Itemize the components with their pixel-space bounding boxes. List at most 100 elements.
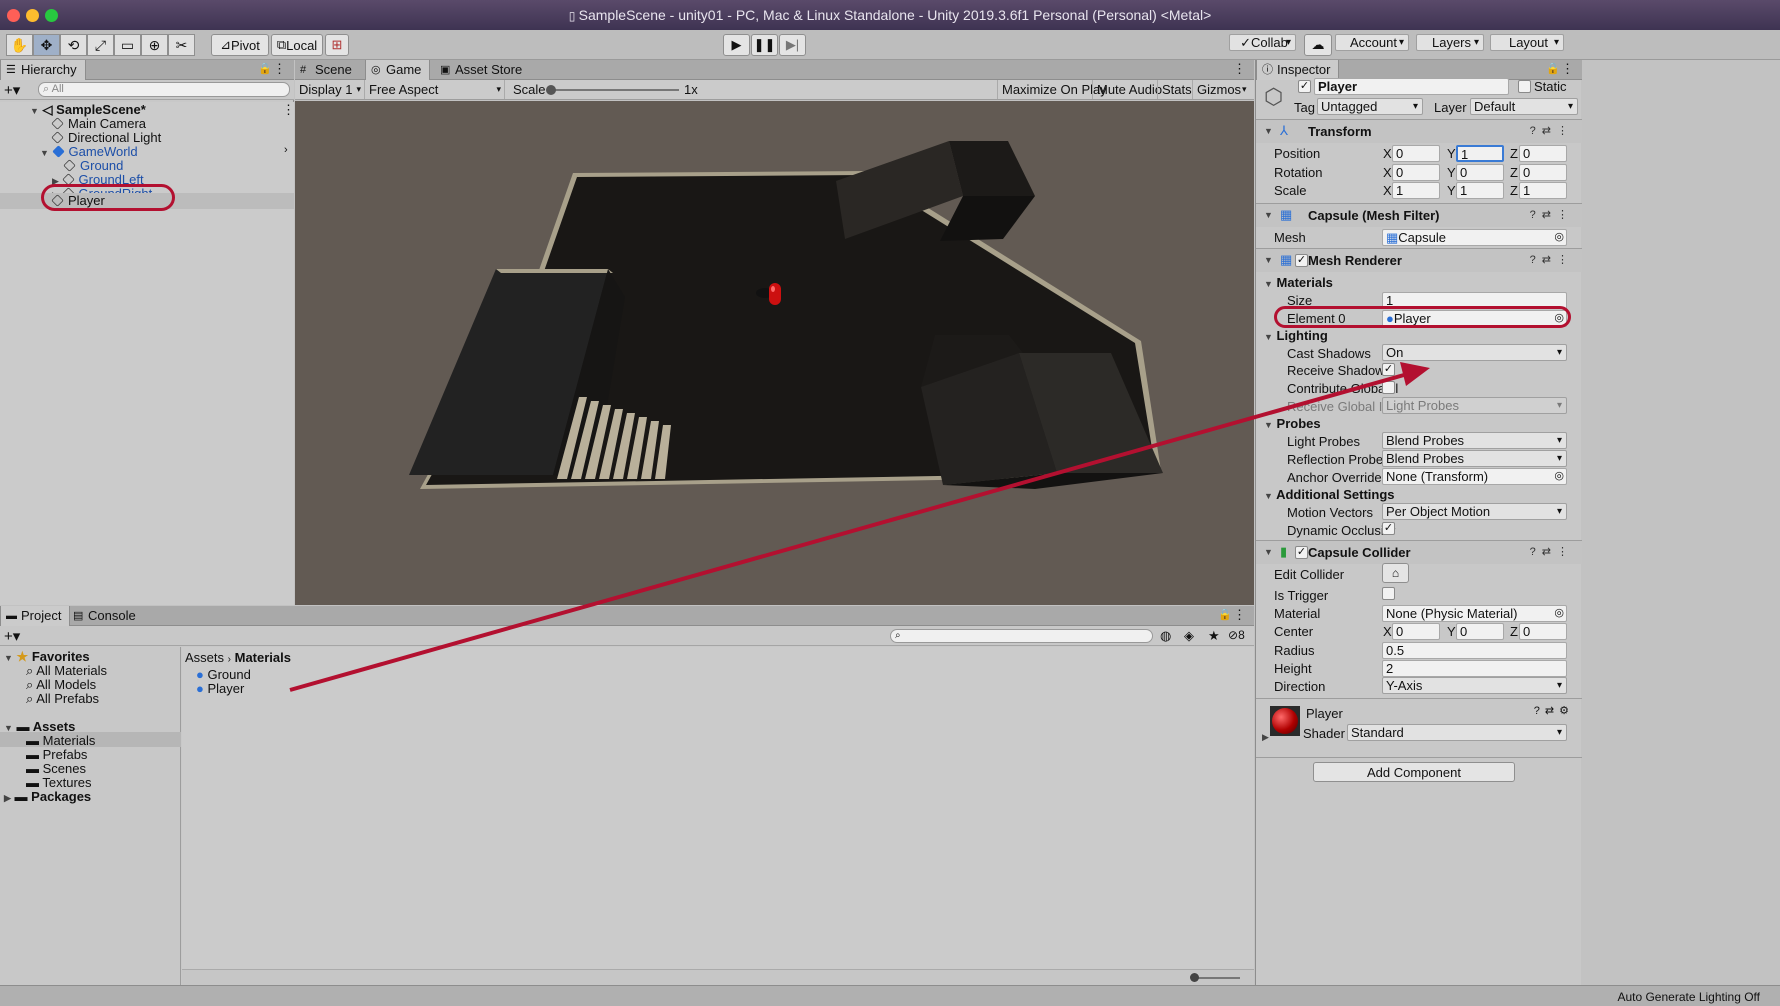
position-z-field[interactable]: 0 [1519,145,1567,162]
packages-row[interactable]: ▶ ▬ Packages [4,789,91,805]
hierarchy-search-input[interactable]: ⌕ All [38,82,290,97]
pivot-button[interactable]: ⊿ Pivot [211,34,269,56]
scale-y-field[interactable]: 1 [1456,182,1504,199]
object-picker-icon[interactable]: ◎ [1554,469,1564,484]
custom-tool-icon[interactable]: ✂ [168,34,195,56]
add-icon[interactable]: +▾ [4,81,20,99]
light-probes-dropdown[interactable]: Blend Probes [1382,432,1567,449]
collider-enabled-checkbox[interactable]: ✓ [1295,546,1308,559]
material-preview-thumbnail[interactable] [1270,706,1300,736]
close-window-button[interactable] [7,9,20,22]
scale-tool-icon[interactable]: ⤢ [87,34,114,56]
lock-icon[interactable]: 🔒 [258,62,272,75]
lock-icon[interactable]: 🔒 [1218,608,1232,621]
chevron-right-icon[interactable]: ▶ [1262,732,1269,743]
tab-console[interactable]: ▤ Console [68,606,144,626]
component-icons[interactable]: ?⇄⋮ [1530,545,1574,558]
center-y-field[interactable]: 0 [1456,623,1504,640]
filter-type-icon[interactable]: ◍ [1160,628,1171,644]
center-x-field[interactable]: 0 [1392,623,1440,640]
position-y-field[interactable]: 1 [1456,145,1504,162]
capsule-collider-header[interactable]: ▼ ▮ ✓ Capsule Collider ?⇄⋮ [1256,540,1582,564]
chevron-right-icon[interactable]: › [284,144,288,156]
add-icon[interactable]: +▾ [4,627,20,645]
radius-field[interactable]: 0.5 [1382,642,1567,659]
tab-project[interactable]: ▬ Project [0,606,71,626]
tab-game[interactable]: ◎ Game [365,60,431,80]
mesh-renderer-enabled-checkbox[interactable]: ✓ [1295,254,1308,267]
probes-foldout[interactable]: ▼ Probes [1264,416,1321,431]
shader-dropdown[interactable]: Standard [1347,724,1567,741]
collider-material-field[interactable]: None (Physic Material) ◎ [1382,605,1567,622]
layer-dropdown[interactable]: Default [1470,98,1578,115]
lock-icon[interactable]: 🔒 [1546,62,1560,75]
minimize-window-button[interactable] [26,9,39,22]
is-trigger-checkbox[interactable] [1382,587,1395,600]
scale-x-field[interactable]: 1 [1392,182,1440,199]
layers-dropdown[interactable]: Layers [1416,34,1484,51]
mute-audio-toggle[interactable]: Mute Audio [1092,80,1162,99]
menu-icon[interactable]: ⋮ [1233,607,1246,623]
cast-shadows-dropdown[interactable]: On [1382,344,1567,361]
hidden-count[interactable]: ⊘8 [1228,628,1245,642]
menu-icon[interactable]: ⋮ [273,61,286,77]
collab-dropdown[interactable]: ✓ Collab [1229,34,1296,51]
transform-header[interactable]: ▼ ⅄ Transform ?⇄⋮ [1256,119,1582,143]
mesh-renderer-header[interactable]: ▼ ▦ ✓ Mesh Renderer ?⇄⋮ [1256,248,1582,272]
rotation-x-field[interactable]: 0 [1392,164,1440,181]
tab-asset-store[interactable]: ▣ Asset Store [435,60,530,80]
scale-slider-handle[interactable] [546,85,556,95]
rect-tool-icon[interactable]: ▭ [114,34,141,56]
receive-shadows-checkbox[interactable]: ✓ [1382,363,1395,376]
mesh-field[interactable]: ▦Capsule ◎ [1382,229,1567,246]
menu-icon[interactable]: ⋮ [1233,61,1246,77]
maximize-window-button[interactable] [45,9,58,22]
game-viewport[interactable] [295,101,1254,605]
hand-tool-icon[interactable]: ✋ [6,34,33,56]
aspect-dropdown[interactable]: Free Aspect ▾ [369,80,505,99]
rotation-z-field[interactable]: 0 [1519,164,1567,181]
scale-z-field[interactable]: 1 [1519,182,1567,199]
chevron-down-icon[interactable]: ▾ [1242,80,1247,99]
reflection-probes-dropdown[interactable]: Blend Probes [1382,450,1567,467]
transform-tool-icon[interactable]: ⊕ [141,34,168,56]
favorite-star-icon[interactable]: ★ [1208,628,1220,644]
tab-hierarchy[interactable]: ☰ Hierarchy [0,60,86,80]
object-picker-icon[interactable]: ◎ [1554,230,1564,245]
breadcrumb-assets[interactable]: Assets [185,650,224,665]
auto-lighting-status[interactable]: Auto Generate Lighting Off [1617,990,1760,1004]
static-checkbox[interactable] [1518,80,1531,93]
gizmos-dropdown[interactable]: Gizmos [1192,80,1241,99]
breadcrumb-materials[interactable]: Materials [235,650,291,665]
motion-vectors-dropdown[interactable]: Per Object Motion [1382,503,1567,520]
height-field[interactable]: 2 [1382,660,1567,677]
display-dropdown[interactable]: Display 1 ▾ [299,80,365,99]
pause-button[interactable]: ❚❚ [751,34,778,56]
center-z-field[interactable]: 0 [1519,623,1567,640]
step-button[interactable]: ▶| [779,34,806,56]
maximize-on-play-toggle[interactable]: Maximize On Play [997,80,1107,99]
icon-size-slider[interactable] [1192,977,1240,979]
add-component-button[interactable]: Add Component [1313,762,1515,782]
icon-size-slider-handle[interactable] [1190,973,1199,982]
dynamic-occlusion-checkbox[interactable]: ✓ [1382,522,1395,535]
list-item[interactable]: ● Player [196,681,244,697]
scale-slider[interactable] [549,89,679,91]
project-search-input[interactable]: ⌕ [890,629,1153,643]
lighting-foldout[interactable]: ▼ Lighting [1264,328,1328,343]
tab-inspector[interactable]: ⓘ Inspector [1256,60,1340,80]
rotation-y-field[interactable]: 0 [1456,164,1504,181]
grid-snap-icon[interactable]: ⊞ [325,34,349,56]
play-button[interactable]: ▶ [723,34,750,56]
filter-label-icon[interactable]: ◈ [1184,628,1194,644]
materials-foldout[interactable]: ▼ Materials [1264,275,1333,290]
mesh-filter-header[interactable]: ▼ ▦ Capsule (Mesh Filter) ?⇄⋮ [1256,203,1582,227]
direction-dropdown[interactable]: Y-Axis [1382,677,1567,694]
additional-settings-foldout[interactable]: ▼ Additional Settings [1264,487,1395,502]
scene-menu-icon[interactable]: ⋮ [282,102,295,118]
component-icons[interactable]: ?⇄⋮ [1530,253,1574,266]
position-x-field[interactable]: 0 [1392,145,1440,162]
object-picker-icon[interactable]: ◎ [1554,606,1564,621]
menu-icon[interactable]: ⋮ [1561,61,1574,77]
component-icons[interactable]: ?⇄⚙ [1534,704,1574,717]
